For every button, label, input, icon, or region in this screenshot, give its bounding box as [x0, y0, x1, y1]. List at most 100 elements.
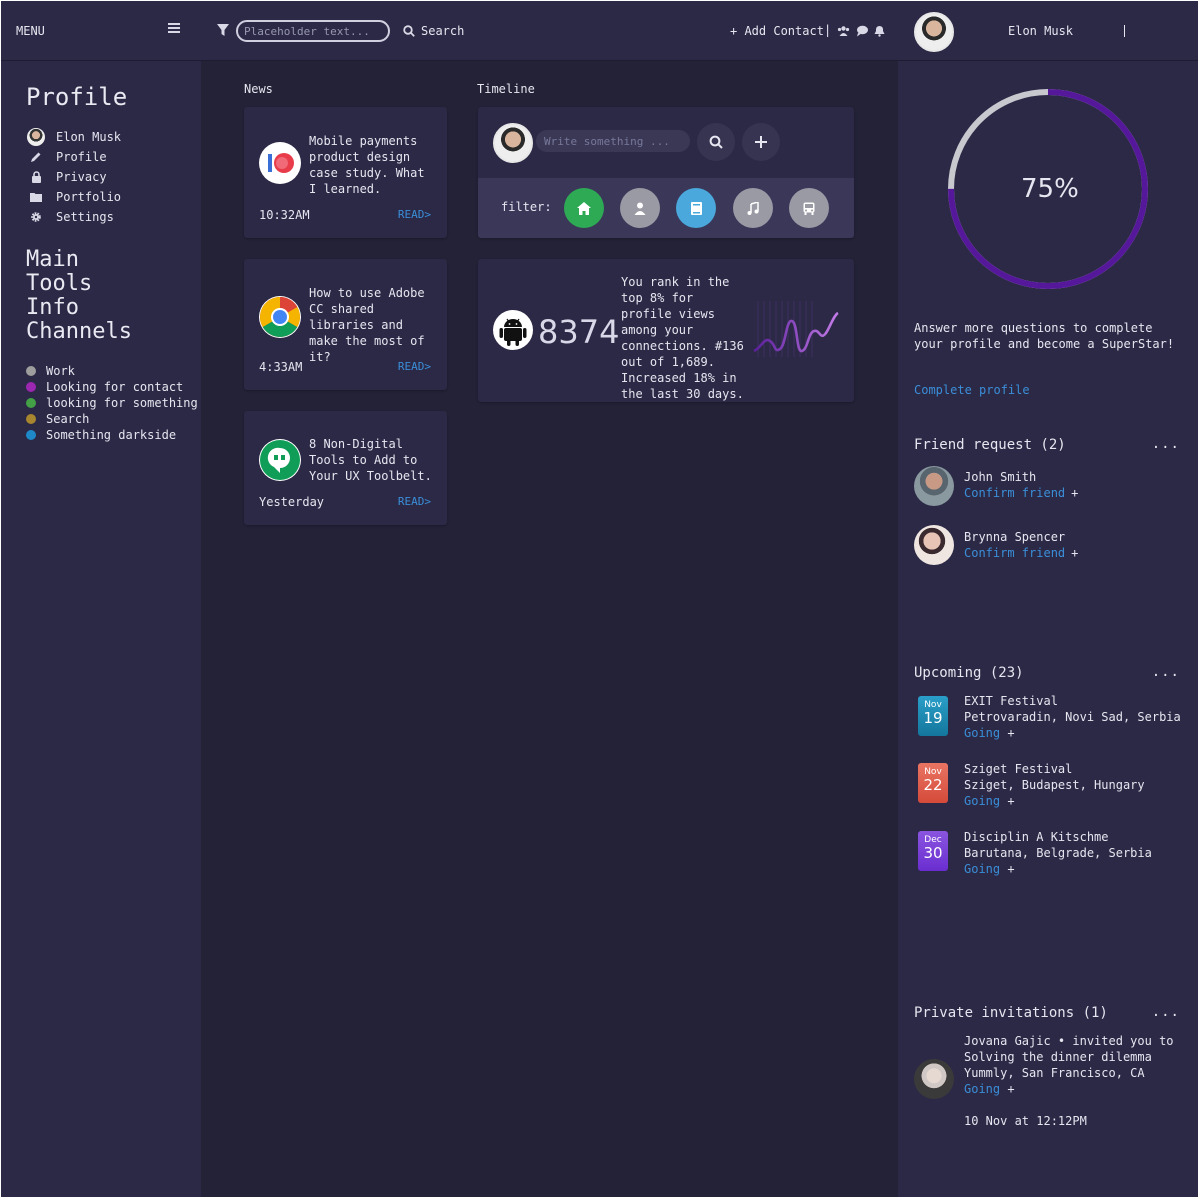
filter-home-button[interactable]: [564, 188, 604, 228]
event-place: Petrovaradin, Novi Sad, Serbia: [964, 710, 1181, 724]
sidebar-item-elon-musk[interactable]: Elon Musk: [26, 127, 121, 147]
sidebar-item-profile[interactable]: Profile: [26, 147, 121, 167]
folder-icon: [26, 190, 46, 204]
sidebar-item-privacy[interactable]: Privacy: [26, 167, 121, 187]
post-input[interactable]: [536, 130, 690, 152]
event-title: EXIT Festival: [964, 694, 1058, 708]
section-channels[interactable]: Channels: [26, 320, 132, 344]
read-link[interactable]: READ>: [398, 360, 431, 373]
chat-icon[interactable]: [856, 25, 869, 37]
search-button[interactable]: Search: [421, 24, 464, 38]
invite-line: Jovana Gajic • invited you to: [964, 1034, 1174, 1048]
news-card[interactable]: 8 Non-Digital Tools to Add to Your UX To…: [244, 411, 447, 525]
header-separator: |: [824, 23, 832, 37]
private-invitations-title: Private invitations (1): [914, 1005, 1108, 1021]
upcoming-more-button[interactable]: ...: [1152, 664, 1180, 680]
going-button[interactable]: Going: [964, 726, 1000, 740]
search-input[interactable]: [236, 20, 390, 42]
add-icon[interactable]: +: [1071, 486, 1078, 500]
invitations-more-button[interactable]: ...: [1152, 1004, 1180, 1020]
stats-card: 8374 You rank in the top 8% for profile …: [478, 259, 854, 402]
filter-person-button[interactable]: [620, 188, 660, 228]
section-tools[interactable]: Tools: [26, 272, 132, 296]
confirm-friend-button[interactable]: Confirm friend +: [964, 486, 1078, 500]
add-contact-button[interactable]: + Add Contact: [730, 24, 824, 38]
read-link[interactable]: READ>: [398, 208, 431, 221]
upcoming-title: Upcoming (23): [914, 665, 1024, 681]
event-day: 30: [923, 844, 943, 862]
invitation-item[interactable]: Jovana Gajic • invited you to Solving th…: [964, 1033, 1174, 1097]
hamburger-icon[interactable]: [168, 23, 180, 35]
add-icon[interactable]: +: [1007, 794, 1014, 808]
friend-name[interactable]: Brynna Spencer: [964, 530, 1065, 544]
event-item[interactable]: EXIT Festival Petrovaradin, Novi Sad, Se…: [964, 693, 1181, 741]
going-button[interactable]: Going: [964, 1082, 1000, 1096]
going-button[interactable]: Going: [964, 794, 1000, 808]
friend-request-more-button[interactable]: ...: [1152, 436, 1180, 452]
search-icon[interactable]: [403, 25, 415, 37]
calendar-icon: Nov 22: [918, 763, 948, 803]
io-logo-icon: [259, 142, 301, 184]
status-dot: [26, 398, 36, 408]
legend-label: Search: [46, 412, 90, 426]
gear-icon: [26, 210, 46, 224]
filter-icon[interactable]: [217, 24, 229, 37]
add-icon[interactable]: +: [1071, 546, 1078, 560]
event-item[interactable]: Disciplin A Kitschme Barutana, Belgrade,…: [964, 829, 1152, 877]
user-name[interactable]: Elon Musk: [1008, 24, 1073, 38]
add-icon[interactable]: +: [1007, 862, 1014, 876]
news-card[interactable]: How to use Adobe CC shared libraries and…: [244, 259, 447, 390]
legend-item-search[interactable]: Search: [26, 411, 198, 427]
legend-item-something-darkside[interactable]: Something darkside: [26, 427, 198, 443]
confirm-friend-label[interactable]: Confirm friend: [964, 546, 1065, 560]
friend-name[interactable]: John Smith: [964, 470, 1036, 484]
sidebar-title: Profile: [26, 83, 128, 111]
user-avatar[interactable]: [914, 12, 954, 52]
confirm-friend-button[interactable]: Confirm friend +: [964, 546, 1078, 560]
section-main[interactable]: Main: [26, 248, 132, 272]
filter-book-button[interactable]: [676, 188, 716, 228]
plus-icon: [755, 136, 767, 148]
status-dot: [26, 414, 36, 424]
app-window: MENU Search + Add Contact | Elon Musk Pr…: [1, 1, 1198, 1197]
section-info[interactable]: Info: [26, 296, 132, 320]
event-day: 22: [923, 776, 943, 794]
read-link[interactable]: READ>: [398, 495, 431, 508]
event-title: Sziget Festival: [964, 762, 1073, 776]
avatar[interactable]: [914, 1059, 954, 1099]
legend-label: Looking for contact: [46, 380, 184, 394]
filter-music-button[interactable]: [733, 188, 773, 228]
legend-label: Something darkside: [46, 428, 177, 442]
legend-item-looking-for-something[interactable]: looking for something: [26, 395, 198, 411]
timeline-composer: filter:: [478, 107, 854, 238]
filter-bus-button[interactable]: [789, 188, 829, 228]
add-icon[interactable]: +: [1007, 726, 1014, 740]
legend-item-work[interactable]: Work: [26, 363, 198, 379]
search-button[interactable]: [697, 123, 735, 161]
bell-icon[interactable]: [873, 25, 886, 37]
person-icon: [634, 202, 646, 215]
event-place: Barutana, Belgrade, Serbia: [964, 846, 1152, 860]
right-panel: 75% Answer more questions to complete yo…: [898, 61, 1198, 1197]
news-time: 4:33AM: [259, 360, 303, 374]
filter-label: filter:: [501, 200, 552, 214]
timeline-heading: Timeline: [477, 82, 535, 96]
event-item[interactable]: Sziget Festival Sziget, Budapest, Hungar…: [964, 761, 1145, 809]
sidebar-item-label: Elon Musk: [56, 130, 122, 144]
going-button[interactable]: Going: [964, 862, 1000, 876]
confirm-friend-label[interactable]: Confirm friend: [964, 486, 1065, 500]
add-icon[interactable]: +: [1007, 1082, 1014, 1096]
legend-item-looking-for-contact[interactable]: Looking for contact: [26, 379, 198, 395]
avatar[interactable]: [914, 525, 954, 565]
avatar[interactable]: [914, 466, 954, 506]
complete-profile-link[interactable]: Complete profile: [914, 383, 1030, 397]
news-card[interactable]: Mobile payments product design case stud…: [244, 107, 447, 238]
users-icon[interactable]: [837, 25, 850, 37]
avatar: [493, 123, 533, 163]
add-button[interactable]: [742, 123, 780, 161]
sidebar-item-settings[interactable]: Settings: [26, 207, 121, 227]
invite-place: Yummly, San Francisco, CA: [964, 1066, 1145, 1080]
sidebar-item-portfolio[interactable]: Portfolio: [26, 187, 121, 207]
progress-text: Answer more questions to complete your p…: [914, 321, 1175, 351]
status-dot: [26, 382, 36, 392]
